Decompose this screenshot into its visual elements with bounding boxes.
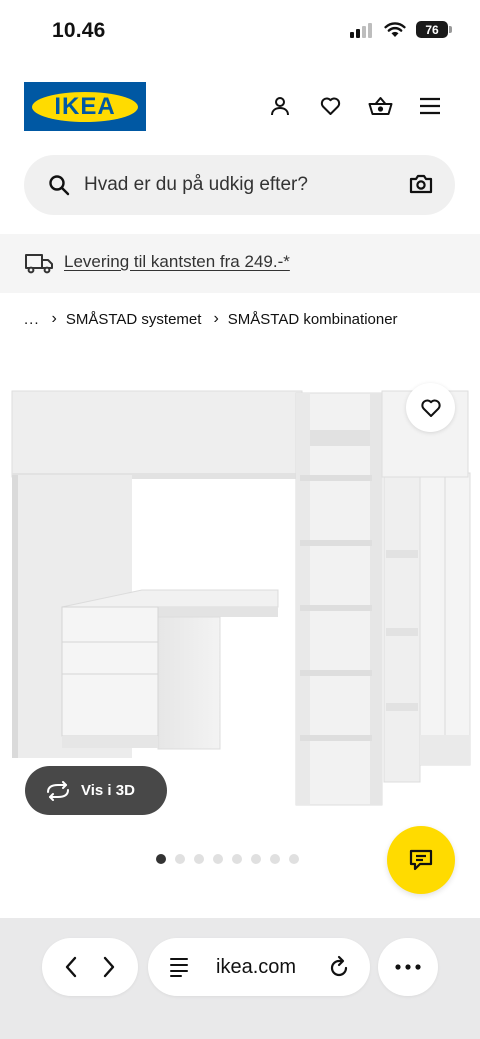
heart-icon[interactable] [316, 92, 344, 120]
pagination-dot[interactable] [270, 854, 280, 864]
pagination-dot[interactable] [156, 854, 166, 864]
wifi-icon [384, 21, 406, 37]
pagination-dot[interactable] [232, 854, 242, 864]
heart-icon [420, 399, 441, 417]
pagination-dot[interactable] [213, 854, 223, 864]
more-button[interactable] [378, 938, 438, 996]
pagination-dot[interactable] [194, 854, 204, 864]
chat-icon [409, 849, 433, 871]
reload-icon[interactable] [328, 955, 350, 979]
logo-oval: IKEA [32, 91, 138, 122]
search-bar[interactable]: Hvad er du på udkig efter? [24, 155, 455, 215]
search-input[interactable]: Hvad er du på udkig efter? [84, 174, 308, 196]
browser-toolbar: ikea.com [0, 918, 480, 1039]
profile-icon[interactable] [266, 92, 294, 120]
pagination-dot[interactable] [251, 854, 261, 864]
site-header: IKEA [0, 82, 480, 132]
breadcrumb-item[interactable]: SMÅSTAD systemet [66, 311, 202, 328]
chat-button[interactable] [387, 826, 455, 894]
delivery-banner[interactable]: Levering til kantsten fra 249.-* [0, 234, 480, 293]
back-icon[interactable] [63, 955, 79, 979]
menu-icon[interactable] [416, 92, 444, 120]
status-bar: 10.46 76 [0, 0, 480, 62]
basket-icon[interactable] [366, 92, 394, 120]
breadcrumb-ellipsis[interactable]: ... [24, 311, 40, 328]
delivery-link[interactable]: Levering til kantsten fra 249.-* [64, 252, 290, 272]
favorite-button[interactable] [406, 383, 455, 432]
reader-icon[interactable] [168, 956, 190, 978]
truck-icon [25, 254, 53, 274]
battery-indicator: 76 [416, 21, 452, 38]
rotate-3d-icon [47, 780, 69, 801]
more-icon [395, 964, 421, 970]
view-3d-button[interactable]: Vis i 3D [25, 766, 167, 815]
search-icon [49, 175, 70, 196]
navigation-buttons [42, 938, 138, 996]
camera-icon[interactable] [409, 173, 433, 195]
chevron-right-icon: › [51, 310, 57, 327]
breadcrumb: ... › SMÅSTAD systemet › SMÅSTAD kombina… [24, 310, 398, 328]
status-indicators: 76 [350, 21, 452, 38]
ikea-logo[interactable]: IKEA [24, 82, 146, 131]
chevron-right-icon: › [213, 310, 219, 327]
view-3d-label: Vis i 3D [81, 782, 135, 799]
product-image[interactable] [0, 385, 480, 830]
image-pagination [156, 854, 299, 864]
signal-icon [350, 22, 372, 38]
logo-text: IKEA [54, 92, 116, 120]
breadcrumb-item[interactable]: SMÅSTAD kombinationer [228, 311, 398, 328]
status-time: 10.46 [52, 19, 106, 42]
pagination-dot[interactable] [289, 854, 299, 864]
pagination-dot[interactable] [175, 854, 185, 864]
header-actions [266, 92, 444, 120]
address-bar[interactable]: ikea.com [148, 938, 370, 996]
url-text: ikea.com [216, 956, 297, 978]
forward-icon[interactable] [101, 955, 117, 979]
